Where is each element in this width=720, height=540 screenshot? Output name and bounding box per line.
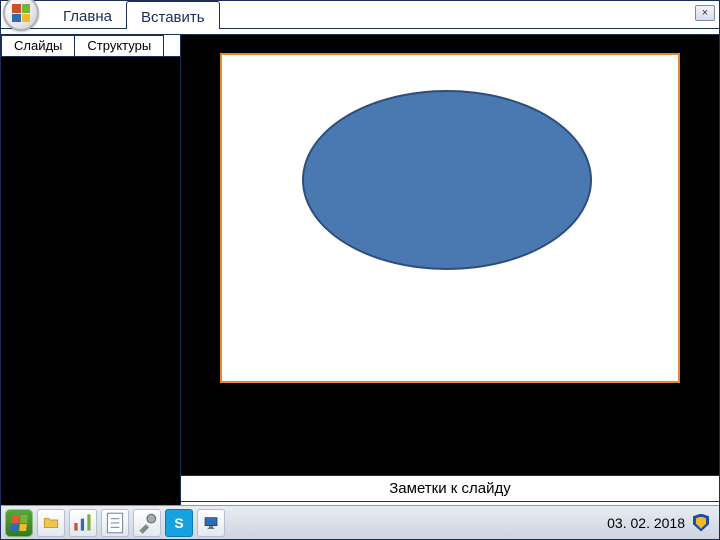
slide-canvas[interactable]: [181, 35, 719, 475]
quicklaunch-app1-icon[interactable]: [69, 509, 97, 537]
taskbar-clock[interactable]: 03. 02. 2018: [607, 515, 685, 531]
title-bar: Главна Вставить ×: [1, 1, 719, 29]
windows-flag-icon: [10, 515, 28, 531]
office-logo-icon: [12, 4, 30, 22]
ribbon-tab-insert[interactable]: Вставить: [126, 1, 220, 29]
start-button[interactable]: [5, 509, 33, 537]
monitor-icon: [203, 515, 219, 531]
quicklaunch-app2-icon[interactable]: [101, 509, 129, 537]
folder-icon: [42, 514, 60, 532]
pane-tab-outline[interactable]: Структуры: [74, 35, 164, 56]
slide-frame[interactable]: [220, 53, 680, 383]
quicklaunch-explorer-icon[interactable]: [37, 509, 65, 537]
thumbnail-list[interactable]: [1, 57, 180, 505]
ribbon-tabs: Главна Вставить: [49, 1, 220, 28]
system-tray: 03. 02. 2018: [607, 514, 715, 532]
ribbon-tab-home[interactable]: Главна: [49, 1, 126, 28]
app-window: Главна Вставить × Слайды Структуры Замет…: [0, 0, 720, 540]
taskbar-skype-icon[interactable]: S: [165, 509, 193, 537]
window-close-button[interactable]: ×: [695, 5, 715, 21]
document-icon: [102, 510, 128, 536]
slide-area: Заметки к слайду: [181, 35, 719, 505]
chart-icon: [70, 510, 96, 536]
content-area: Слайды Структуры Заметки к слайду: [1, 35, 719, 505]
left-pane: Слайды Структуры: [1, 35, 181, 505]
security-shield-icon[interactable]: [693, 514, 709, 532]
pane-tabs: Слайды Структуры: [1, 35, 180, 57]
oval-shape[interactable]: [302, 90, 592, 270]
quicklaunch-app3-icon[interactable]: [133, 509, 161, 537]
taskbar: S 03. 02. 2018: [1, 505, 719, 539]
notes-placeholder[interactable]: Заметки к слайду: [181, 475, 719, 501]
office-button[interactable]: [3, 0, 39, 31]
pane-tab-slides[interactable]: Слайды: [1, 35, 75, 56]
taskbar-monitor-icon[interactable]: [197, 509, 225, 537]
status-strip: [181, 501, 719, 505]
tools-icon: [134, 510, 160, 536]
